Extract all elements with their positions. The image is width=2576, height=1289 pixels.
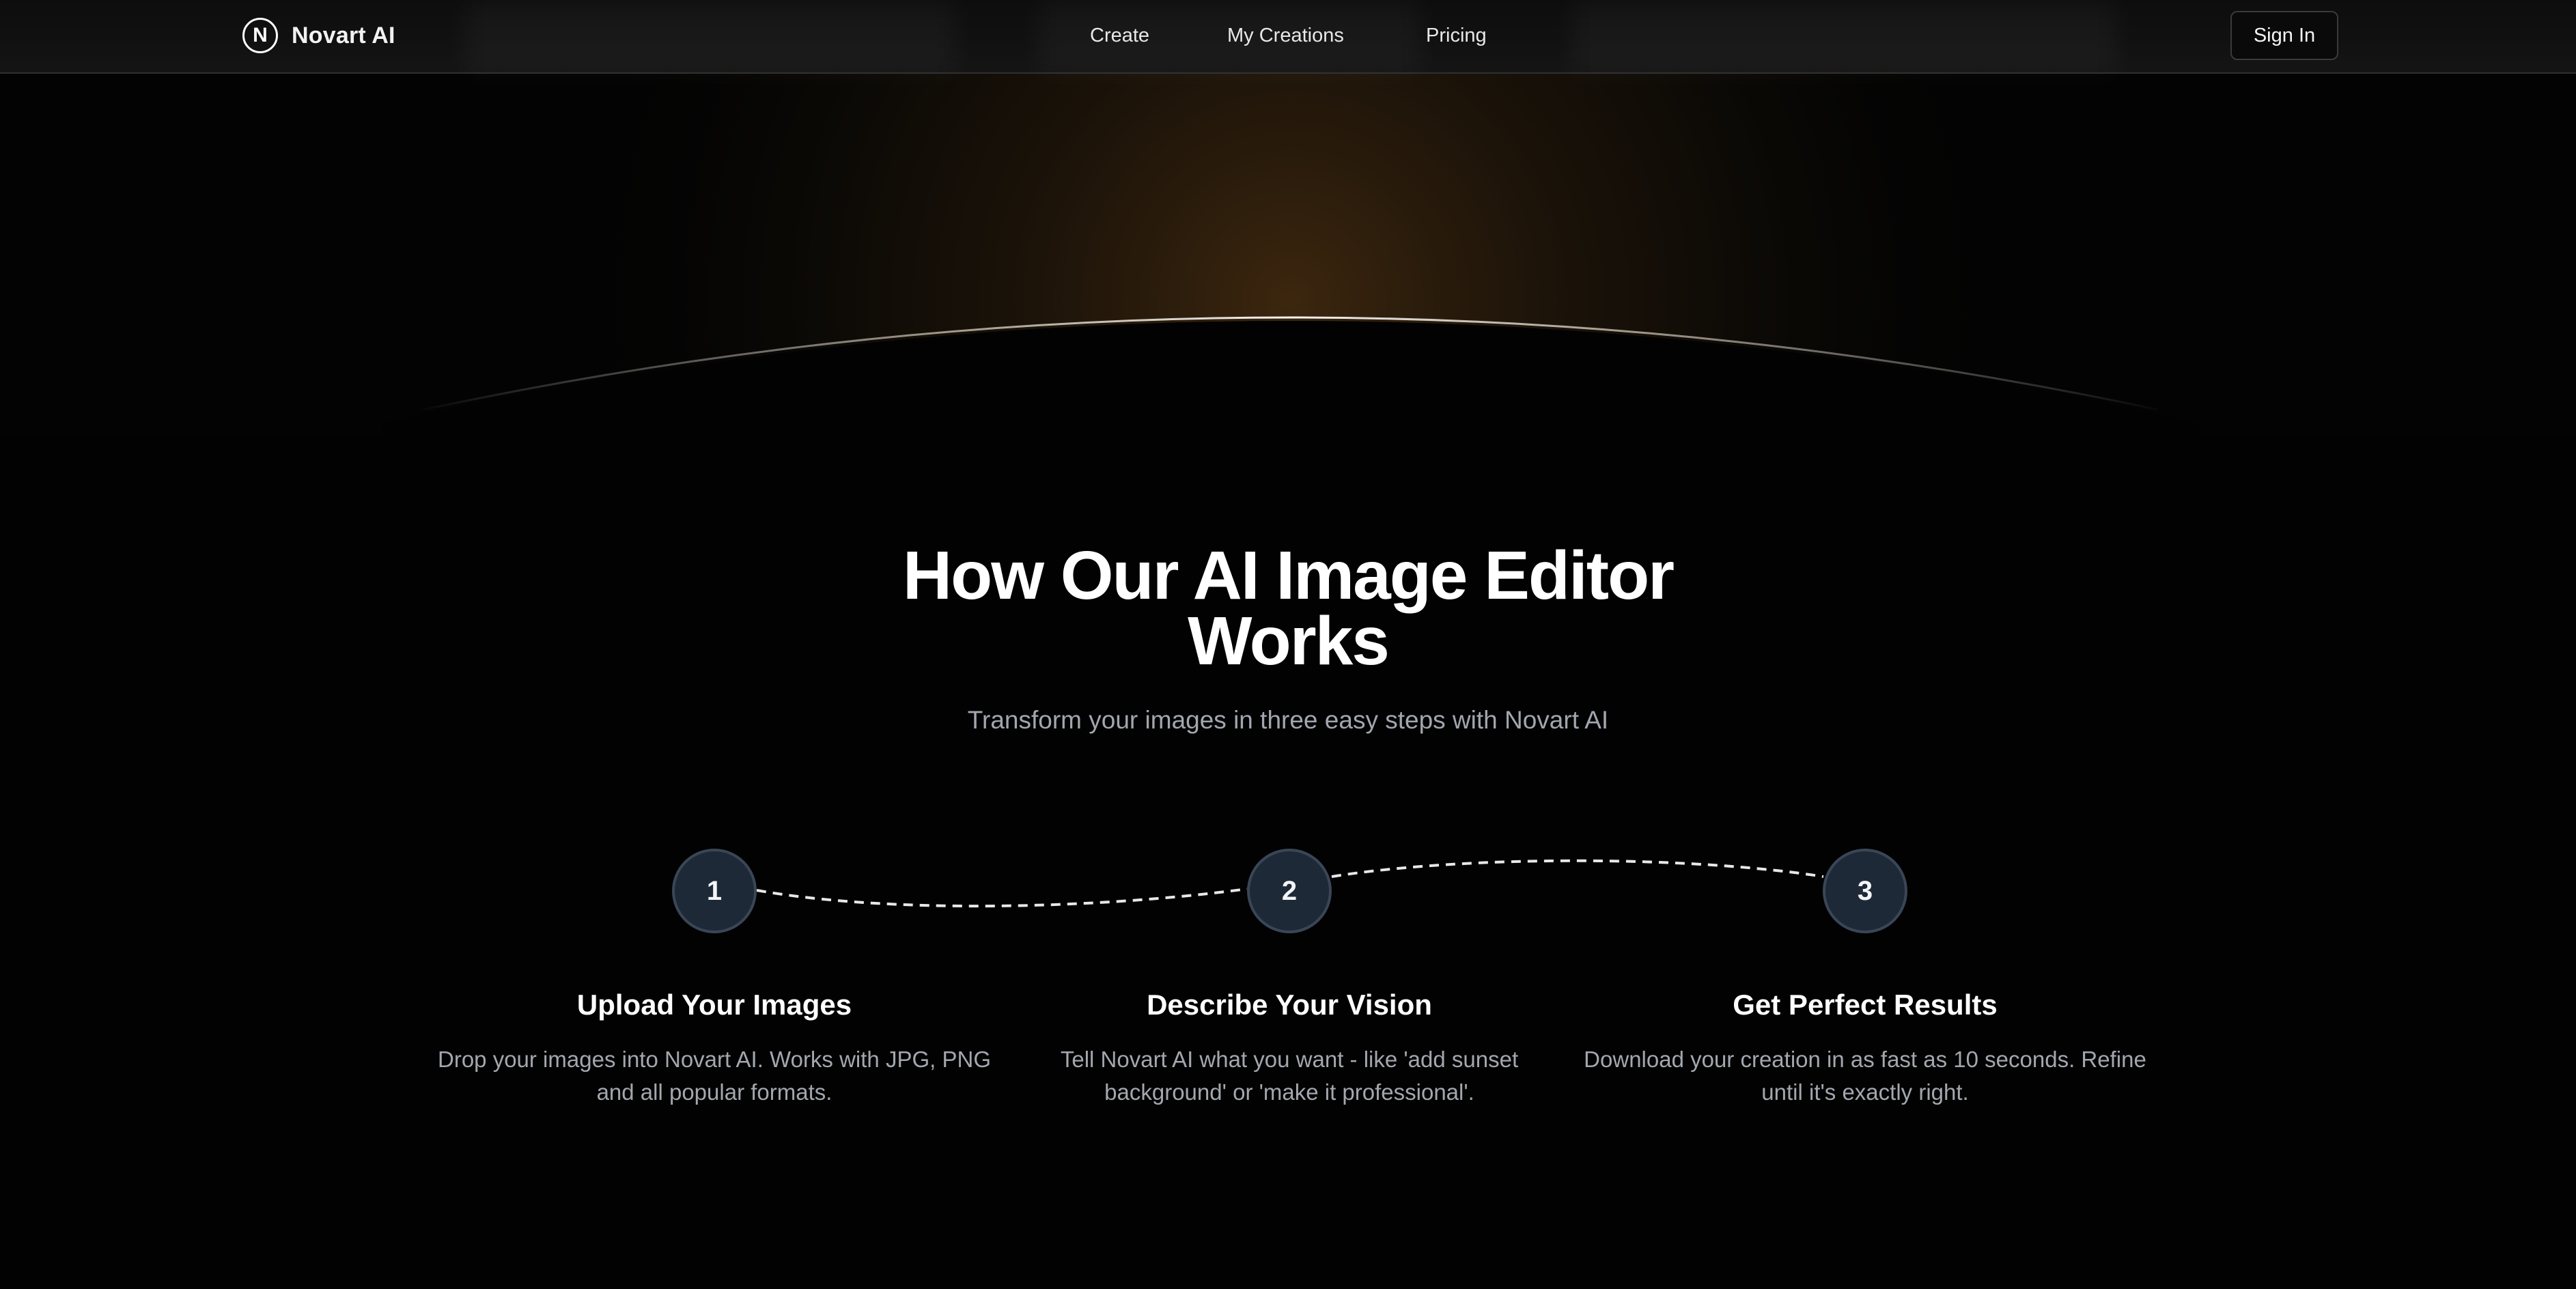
- page-title: How Our AI Image Editor Works: [902, 537, 1675, 679]
- nav-link-pricing[interactable]: Pricing: [1426, 20, 1487, 51]
- step-3-description: Download your creation in as fast as 10 …: [1584, 1047, 2146, 1105]
- step-3-title: Get Perfect Results: [1733, 989, 1998, 1021]
- page-subtitle: Transform your images in three easy step…: [967, 706, 1609, 734]
- top-navbar: N Novart AI Create My Creations Pricing …: [0, 0, 2576, 74]
- page: N Novart AI Create My Creations Pricing …: [0, 0, 2576, 1289]
- step-1-number-badge: 1: [672, 849, 757, 933]
- sign-in-button[interactable]: Sign In: [2230, 11, 2338, 60]
- step-1-description: Drop your images into Novart AI. Works w…: [438, 1047, 991, 1105]
- nav-link-my-creations[interactable]: My Creations: [1227, 20, 1344, 51]
- step-2-title: Describe Your Vision: [1147, 989, 1432, 1021]
- step-3-number-badge: 3: [1823, 849, 1907, 933]
- step-2-description: Tell Novart AI what you want - like 'add…: [1060, 1047, 1519, 1105]
- nav-links: Create My Creations Pricing: [0, 20, 2576, 51]
- step-2-number-badge: 2: [1247, 849, 1332, 933]
- step-1-title: Upload Your Images: [576, 989, 852, 1021]
- nav-link-create[interactable]: Create: [1090, 20, 1149, 51]
